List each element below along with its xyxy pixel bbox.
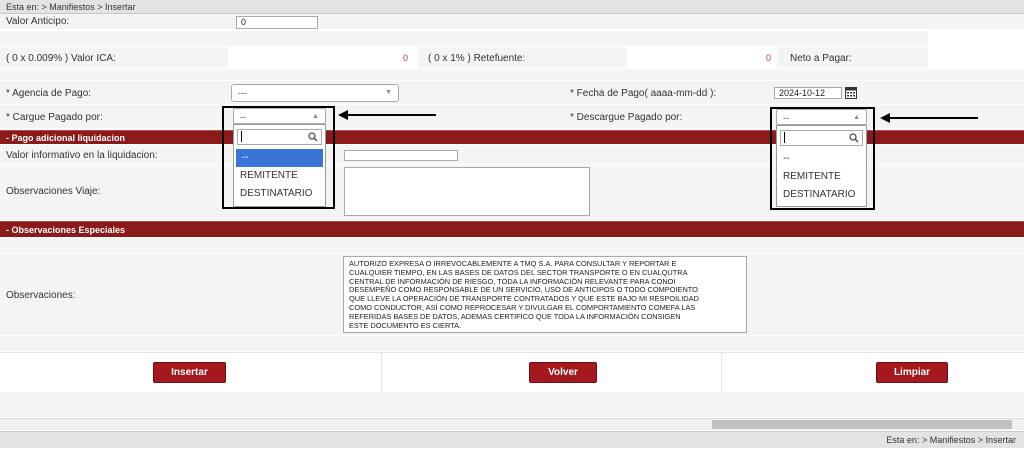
volver-button[interactable]: Volver xyxy=(529,362,597,383)
anticipo-label: Valor Anticipo: xyxy=(6,16,70,27)
spacer-row-3 xyxy=(0,238,1024,254)
cargue-option[interactable]: -- xyxy=(236,149,323,167)
bottom-row xyxy=(0,392,1024,418)
calendar-icon[interactable] xyxy=(845,86,857,99)
footer-breadcrumb: Esta en: > Manifiestos > Insertar xyxy=(0,431,1024,448)
cargue-selected: -- xyxy=(240,112,246,122)
cargue-option[interactable]: REMITENTE xyxy=(234,167,325,185)
search-icon xyxy=(308,132,318,142)
valor-informativo-input[interactable] xyxy=(344,150,458,161)
descargue-label: * Descargue Pagado por: xyxy=(570,112,683,123)
agencia-select[interactable]: --- ▼ xyxy=(231,84,399,102)
neto-value xyxy=(928,47,1024,69)
insertar-button[interactable]: Insertar xyxy=(153,362,226,383)
descargue-select[interactable]: -- ▲ xyxy=(776,109,867,125)
text-cursor xyxy=(241,131,242,142)
anticipo-row xyxy=(0,14,1024,30)
cargue-dropdown: -- REMITENTE DESTINATARIO xyxy=(233,124,326,207)
descargue-option[interactable]: DESTINATARIO xyxy=(777,186,866,204)
spacer-row-2 xyxy=(0,69,1024,81)
section-observaciones: - Observaciones Especiales xyxy=(0,221,1024,237)
chevron-up-icon: ▲ xyxy=(312,113,319,120)
buttons-divider-1 xyxy=(381,352,382,392)
descargue-search-input[interactable] xyxy=(780,130,863,146)
retefuente-value: 0 xyxy=(627,47,777,69)
cargue-select[interactable]: -- ▲ xyxy=(233,108,326,124)
valor-informativo-label: Valor informativo en la liquidacion: xyxy=(6,150,158,161)
agencia-row xyxy=(0,81,1024,105)
search-icon xyxy=(849,133,859,143)
neto-label: Neto a Pagar: xyxy=(790,53,852,64)
observaciones-label: Observaciones: xyxy=(6,290,76,301)
chevron-up-icon: ▲ xyxy=(853,114,860,121)
spacer-row-4 xyxy=(0,336,1024,352)
fecha-label: * Fecha de Pago( aaaa-mm-dd ): xyxy=(570,88,717,99)
spacer-row xyxy=(0,31,1024,47)
descargue-option[interactable]: REMITENTE xyxy=(777,168,866,186)
cargue-option[interactable]: DESTINATARIO xyxy=(234,185,325,203)
descargue-dropdown: -- REMITENTE DESTINATARIO xyxy=(776,125,867,207)
breadcrumb: Esta en: > Manifiestos > Insertar xyxy=(0,0,1024,14)
descargue-selected: -- xyxy=(783,113,789,123)
left-arrow-annotation xyxy=(338,110,436,120)
text-cursor xyxy=(784,132,785,143)
fecha-input[interactable]: 2024-10-12 xyxy=(774,87,842,99)
limpiar-button[interactable]: Limpiar xyxy=(876,362,948,383)
cargue-label: * Cargue Pagado por: xyxy=(6,112,103,123)
left-arrow-annotation xyxy=(880,113,978,123)
retefuente-label: ( 0 x 1% ) Retefuente: xyxy=(428,53,526,64)
descargue-option[interactable]: -- xyxy=(777,150,866,168)
obs-viaje-label: Observaciones Viaje: xyxy=(6,186,101,197)
cargue-search-input[interactable] xyxy=(237,129,322,145)
agencia-selected: --- xyxy=(238,88,247,98)
ica-value: 0 xyxy=(228,47,418,69)
ica-label: ( 0 x 0.009% ) Valor ICA: xyxy=(6,53,116,64)
scrollbar-thumb[interactable] xyxy=(712,420,1012,429)
buttons-divider-2 xyxy=(721,352,722,392)
spacer-cell xyxy=(928,31,1024,47)
agencia-label: * Agencia de Pago: xyxy=(6,88,92,99)
obs-viaje-textarea[interactable] xyxy=(344,167,590,216)
chevron-down-icon: ▼ xyxy=(385,89,392,96)
observaciones-textarea[interactable]: AUTORIZO EXPRESA O IRREVOCABLEMENTE A TM… xyxy=(343,256,747,333)
anticipo-input[interactable]: 0 xyxy=(236,16,318,29)
